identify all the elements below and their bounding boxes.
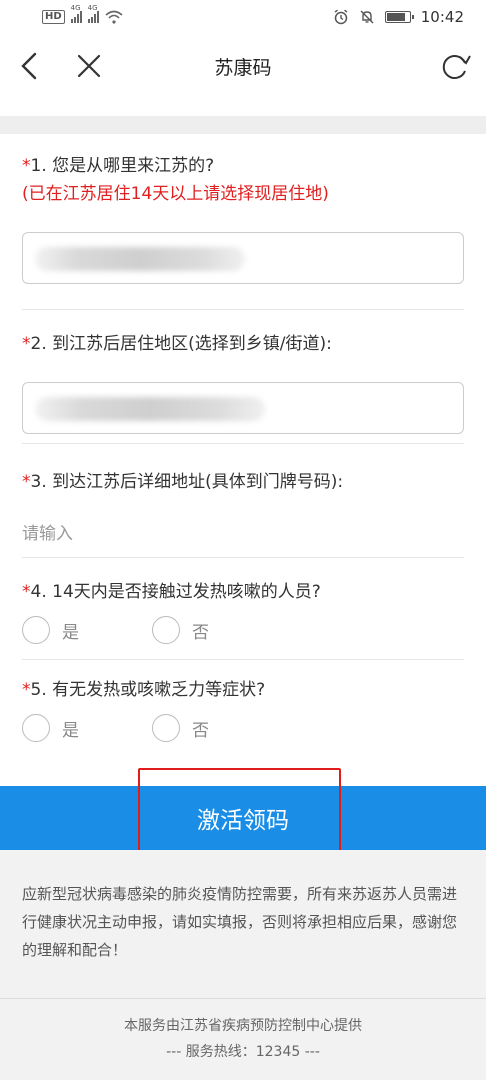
redacted-value — [35, 247, 245, 271]
residence-select-field[interactable] — [22, 382, 464, 434]
required-mark: * — [22, 680, 31, 700]
notice-text: 应新型冠状病毒感染的肺炎疫情防控需要，所有来苏返苏人员需进行健康状况主动申报，请… — [22, 885, 458, 959]
status-bar: HD 4G 4G 10:42 — [0, 0, 486, 34]
page-title: 苏康码 — [214, 56, 272, 79]
question-text: 2. 到江苏后居住地区(选择到乡镇/街道): — [30, 334, 332, 354]
symptoms-yes-option[interactable]: 是 — [22, 714, 152, 742]
question-text: 1. 您是从哪里来江苏的? — [30, 156, 215, 176]
radio-icon[interactable] — [152, 616, 180, 644]
contact-no-option[interactable]: 否 — [152, 616, 282, 644]
question-origin: *1. 您是从哪里来江苏的? (已在江苏居住14天以上请选择现居住地) — [22, 134, 464, 310]
question-symptoms-label: *5. 有无发热或咳嗽乏力等症状? — [22, 676, 464, 704]
network-tag-sim1: 4G — [70, 4, 81, 12]
question-residence-label: *2. 到江苏后居住地区(选择到乡镇/街道): — [22, 330, 464, 358]
question-origin-label: *1. 您是从哪里来江苏的? — [22, 152, 464, 180]
contact-yes-option[interactable]: 是 — [22, 616, 152, 644]
contact-radio-group: 是 否 — [22, 610, 464, 650]
question-address: *3. 到达江苏后详细地址(具体到门牌号码): — [22, 444, 464, 558]
signal-icon-sim2: 4G — [87, 4, 99, 23]
option-label: 是 — [62, 720, 79, 741]
wifi-icon — [105, 10, 123, 24]
question-text: 5. 有无发热或咳嗽乏力等症状? — [30, 680, 266, 700]
footer: 应新型冠状病毒感染的肺炎疫情防控需要，所有来苏返苏人员需进行健康状况主动申报，请… — [0, 850, 486, 1080]
question-text: 4. 14天内是否接触过发热咳嗽的人员? — [30, 582, 321, 602]
question-origin-note: (已在江苏居住14天以上请选择现居住地) — [22, 184, 329, 204]
alarm-icon — [334, 9, 348, 25]
footer-divider — [0, 998, 486, 999]
refresh-icon[interactable] — [438, 48, 472, 84]
navigation-bar: 苏康码 — [0, 34, 486, 98]
battery-level — [386, 13, 406, 21]
question-text: 3. 到达江苏后详细地址(具体到门牌号码): — [30, 472, 344, 492]
status-right: 10:42 — [333, 8, 464, 26]
required-mark: * — [22, 472, 31, 492]
question-address-label: *3. 到达江苏后详细地址(具体到门牌号码): — [22, 468, 464, 496]
option-label: 否 — [192, 622, 209, 643]
hd-badge: HD — [42, 10, 65, 24]
activate-code-button[interactable]: 激活领码 — [0, 786, 486, 850]
provider-text: 本服务由江苏省疾病预防控制中心提供 — [124, 1018, 362, 1034]
origin-select-field[interactable] — [22, 232, 464, 284]
radio-icon[interactable] — [22, 714, 50, 742]
question-contact: *4. 14天内是否接触过发热咳嗽的人员? 是 否 — [22, 558, 464, 660]
question-contact-label: *4. 14天内是否接触过发热咳嗽的人员? — [22, 578, 464, 606]
signal-icon-sim1: 4G — [70, 4, 82, 23]
required-mark: * — [22, 334, 31, 354]
network-tag-sim2: 4G — [87, 4, 98, 12]
redacted-value — [35, 397, 265, 421]
symptoms-radio-group: 是 否 — [22, 708, 464, 748]
option-label: 否 — [192, 720, 209, 741]
status-time: 10:42 — [420, 8, 464, 26]
symptoms-no-option[interactable]: 否 — [152, 714, 282, 742]
address-input[interactable] — [22, 516, 464, 552]
close-icon[interactable] — [72, 48, 106, 84]
battery-icon — [384, 11, 414, 23]
hotline-text: --- 服务热线：12345 --- — [166, 1044, 320, 1060]
declaration-form: *1. 您是从哪里来江苏的? (已在江苏居住14天以上请选择现居住地) *2. … — [22, 134, 464, 770]
option-label: 是 — [62, 622, 79, 643]
required-mark: * — [22, 156, 31, 176]
question-residence: *2. 到江苏后居住地区(选择到乡镇/街道): — [22, 310, 464, 444]
section-separator — [0, 116, 486, 134]
required-mark: * — [22, 582, 31, 602]
status-left: HD 4G 4G — [42, 4, 123, 24]
bell-off-icon — [360, 10, 374, 24]
question-symptoms: *5. 有无发热或咳嗽乏力等症状? 是 否 — [22, 660, 464, 770]
radio-icon[interactable] — [22, 616, 50, 644]
radio-icon[interactable] — [152, 714, 180, 742]
chevron-left-icon[interactable] — [14, 48, 46, 84]
